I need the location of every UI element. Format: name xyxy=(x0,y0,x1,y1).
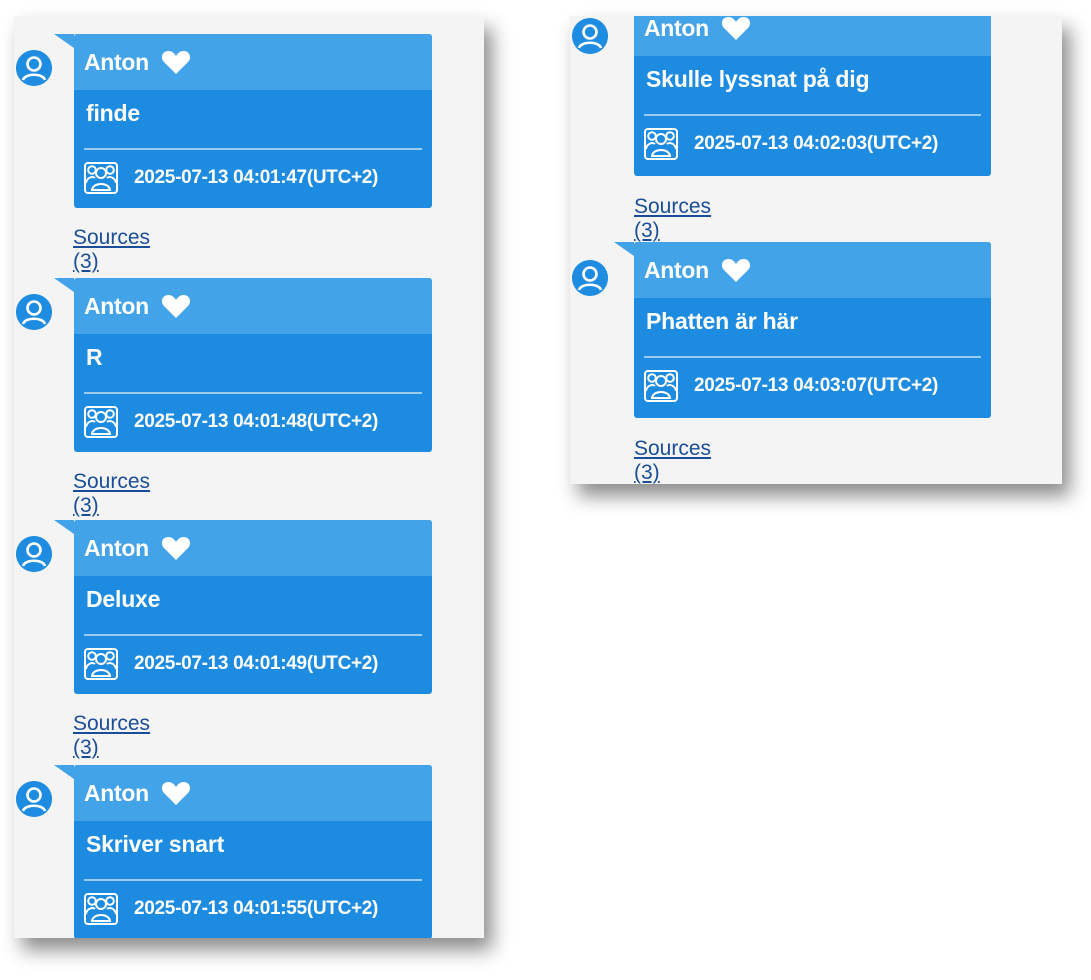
message-header: Anton xyxy=(634,242,991,298)
sources-link[interactable]: Sources (3) xyxy=(634,437,711,484)
group-icon xyxy=(644,127,678,161)
group-icon xyxy=(84,647,118,681)
message-header: Anton xyxy=(74,278,432,334)
message-meta: 2025-07-13 04:01:55(UTC+2) xyxy=(74,881,432,937)
message-text: Skulle lyssnat på dig xyxy=(646,66,870,92)
message-timestamp: 2025-07-13 04:01:48(UTC+2) xyxy=(134,411,379,432)
sources-link[interactable]: Sources (3) xyxy=(73,712,150,760)
user-avatar-icon[interactable] xyxy=(16,50,52,86)
message-header: Anton xyxy=(634,16,991,56)
message-timestamp: 2025-07-13 04:01:47(UTC+2) xyxy=(134,167,379,188)
message-bubble: Anton Phatten är här 2025-07-13 04:03:07… xyxy=(614,242,991,418)
message-meta: 2025-07-13 04:03:07(UTC+2) xyxy=(634,358,991,414)
heart-icon[interactable] xyxy=(721,257,751,283)
sender-name: Anton xyxy=(644,256,709,283)
user-avatar-icon[interactable] xyxy=(16,536,52,572)
message-text: Skriver snart xyxy=(86,831,225,857)
chat-panel-left: Anton finde 2025-07-13 04:01:47(UTC+2) S… xyxy=(14,16,484,938)
message-text: Phatten är här xyxy=(646,308,798,334)
message-meta: 2025-07-13 04:01:47(UTC+2) xyxy=(74,150,432,206)
message-text: R xyxy=(86,344,103,370)
chat-panel-right: Anton Skulle lyssnat på dig 2025-07-13 0… xyxy=(570,16,1062,484)
message-text: finde xyxy=(86,100,140,126)
group-icon xyxy=(84,405,118,439)
message-timestamp: 2025-07-13 04:01:55(UTC+2) xyxy=(134,898,379,919)
message-bubble: Anton Skriver snart 2025-07-13 04:01:55(… xyxy=(54,765,432,938)
message-meta: 2025-07-13 04:01:49(UTC+2) xyxy=(74,636,432,692)
message-header: Anton xyxy=(74,765,432,821)
sender-name: Anton xyxy=(84,534,149,561)
heart-icon[interactable] xyxy=(161,780,191,806)
heart-icon[interactable] xyxy=(161,293,191,319)
heart-icon[interactable] xyxy=(721,16,751,41)
heart-icon[interactable] xyxy=(161,535,191,561)
message-bubble: Anton finde 2025-07-13 04:01:47(UTC+2) xyxy=(54,34,432,208)
group-icon xyxy=(84,892,118,926)
user-avatar-icon[interactable] xyxy=(572,18,608,54)
user-avatar-icon[interactable] xyxy=(16,294,52,330)
message-meta: 2025-07-13 04:02:03(UTC+2) xyxy=(634,116,991,172)
user-avatar-icon[interactable] xyxy=(572,260,608,296)
message-bubble: Anton Deluxe 2025-07-13 04:01:49(UTC+2) xyxy=(54,520,432,694)
sender-name: Anton xyxy=(84,779,149,806)
message-bubble: Anton R 2025-07-13 04:01:48(UTC+2) xyxy=(54,278,432,452)
message-timestamp: 2025-07-13 04:02:03(UTC+2) xyxy=(694,133,939,154)
sender-name: Anton xyxy=(84,292,149,319)
sender-name: Anton xyxy=(84,48,149,75)
sources-link[interactable]: Sources (3) xyxy=(73,226,150,274)
message-timestamp: 2025-07-13 04:03:07(UTC+2) xyxy=(694,375,939,396)
message-timestamp: 2025-07-13 04:01:49(UTC+2) xyxy=(134,653,379,674)
group-icon xyxy=(84,161,118,195)
message-text: Deluxe xyxy=(86,586,161,612)
message-header: Anton xyxy=(74,520,432,576)
sources-link[interactable]: Sources (3) xyxy=(634,195,711,243)
heart-icon[interactable] xyxy=(161,49,191,75)
message-header: Anton xyxy=(74,34,432,90)
user-avatar-icon[interactable] xyxy=(16,781,52,817)
sources-link[interactable]: Sources (3) xyxy=(73,470,150,518)
group-icon xyxy=(644,369,678,403)
message-bubble: Anton Skulle lyssnat på dig 2025-07-13 0… xyxy=(634,16,991,176)
sender-name: Anton xyxy=(644,16,709,41)
message-meta: 2025-07-13 04:01:48(UTC+2) xyxy=(74,394,432,450)
